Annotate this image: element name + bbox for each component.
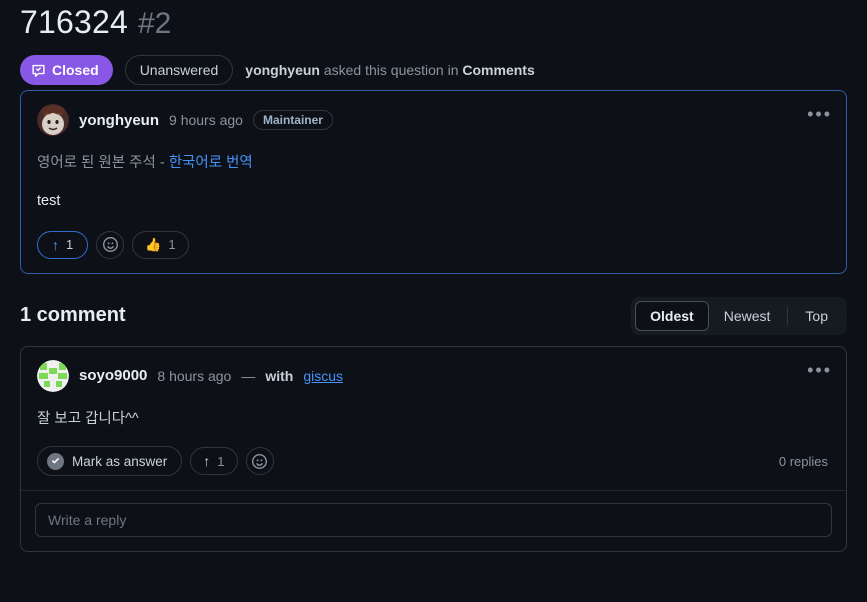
original-post-header: yonghyeun 9 hours ago Maintainer bbox=[37, 103, 830, 137]
comment-body: ••• soyo9000 8 hours ago — with giscus 잘… bbox=[21, 347, 846, 491]
discussion-closed-icon bbox=[31, 63, 46, 78]
post-reactions: ↑ 1 👍 1 bbox=[37, 230, 830, 259]
byline-category[interactable]: Comments bbox=[462, 62, 534, 78]
comment-actions-left: Mark as answer ↑ 1 bbox=[37, 446, 274, 477]
thumbs-up-icon: 👍 bbox=[145, 236, 162, 252]
upvote-button[interactable]: ↑ 1 bbox=[190, 447, 238, 476]
kebab-horizontal-icon[interactable]: ••• bbox=[807, 105, 832, 123]
sort-option-newest[interactable]: Newest bbox=[709, 301, 786, 331]
post-body-original-label: 영어로 된 원본 주석 - bbox=[37, 155, 169, 171]
add-reaction-button[interactable] bbox=[245, 447, 274, 476]
post-body-line-2: test bbox=[37, 192, 61, 209]
post-body-translate-link[interactable]: 한국어로 번역 bbox=[169, 155, 253, 171]
check-circle-icon bbox=[47, 452, 64, 470]
page-title: 716324 bbox=[20, 4, 128, 40]
answer-status-badge: Unanswered bbox=[124, 55, 234, 85]
upvote-count: 1 bbox=[217, 453, 225, 469]
comment-card: ••• soyo9000 8 hours ago — with giscus 잘… bbox=[20, 345, 847, 553]
comment-dash: — bbox=[241, 367, 256, 384]
status-badge: Closed bbox=[20, 55, 113, 85]
thumbsup-reaction-button[interactable]: 👍 1 bbox=[132, 230, 189, 259]
kebab-horizontal-icon[interactable]: ••• bbox=[807, 361, 832, 379]
sort-option-top[interactable]: Top bbox=[790, 301, 843, 331]
original-post-card: ••• yonghyeun 9 hours ago Maintainer 영어로… bbox=[20, 90, 847, 274]
arrow-up-icon: ↑ bbox=[203, 453, 211, 470]
comment-actions-row: Mark as answer ↑ 1 0 replies bbox=[37, 446, 830, 477]
original-post-body: ••• yonghyeun 9 hours ago Maintainer 영어로… bbox=[21, 91, 846, 273]
arrow-up-icon: ↑ bbox=[52, 236, 59, 253]
comments-header-bar: 1 comment Oldest Newest Top bbox=[20, 296, 847, 336]
add-reaction-button[interactable] bbox=[96, 230, 125, 259]
discussion-number: #2 bbox=[137, 7, 172, 40]
comment-with-label: with bbox=[265, 367, 294, 384]
mark-as-answer-button[interactable]: Mark as answer bbox=[37, 446, 183, 477]
role-badge: Maintainer bbox=[252, 110, 333, 130]
replies-count: 0 replies bbox=[778, 453, 828, 469]
upvote-button[interactable]: ↑ 1 bbox=[37, 230, 89, 259]
comment-timestamp: 8 hours ago bbox=[157, 367, 232, 384]
post-timestamp: 9 hours ago bbox=[169, 112, 243, 128]
sort-option-oldest[interactable]: Oldest bbox=[635, 300, 709, 331]
avatar[interactable] bbox=[37, 104, 69, 136]
thumbsup-count: 1 bbox=[168, 237, 176, 252]
avatar[interactable] bbox=[37, 359, 69, 392]
comment-author[interactable]: soyo9000 bbox=[79, 367, 147, 384]
giscus-link[interactable]: giscus bbox=[303, 368, 343, 384]
smiley-icon bbox=[252, 453, 268, 469]
comment-text: 잘 보고 갑니다^^ bbox=[37, 410, 139, 427]
smiley-icon bbox=[102, 237, 118, 252]
comments-count: 1 comment bbox=[20, 304, 126, 326]
discussion-byline: yonghyeun asked this question in Comment… bbox=[245, 62, 534, 78]
post-author[interactable]: yonghyeun bbox=[79, 112, 159, 129]
upvote-count: 1 bbox=[66, 237, 74, 252]
segmented-divider bbox=[787, 306, 789, 325]
mark-as-answer-label: Mark as answer bbox=[72, 453, 168, 469]
page-title-row: 716324 #2 bbox=[20, 0, 847, 46]
byline-author[interactable]: yonghyeun bbox=[245, 62, 320, 78]
sort-segmented-control: Oldest Newest Top bbox=[631, 296, 847, 335]
reply-area bbox=[21, 491, 846, 551]
byline-middle: asked this question in bbox=[319, 62, 463, 78]
reply-input[interactable] bbox=[35, 503, 832, 538]
discussion-page: 716324 #2 Closed Unanswered yonghyeun as… bbox=[0, 0, 867, 602]
comment-header: soyo9000 8 hours ago — with giscus bbox=[37, 359, 830, 393]
status-badge-label: Closed bbox=[52, 62, 99, 78]
post-body-line-1: 영어로 된 원본 주석 - 한국어로 번역 bbox=[37, 153, 830, 175]
meta-row: Closed Unanswered yonghyeun asked this q… bbox=[20, 50, 847, 90]
